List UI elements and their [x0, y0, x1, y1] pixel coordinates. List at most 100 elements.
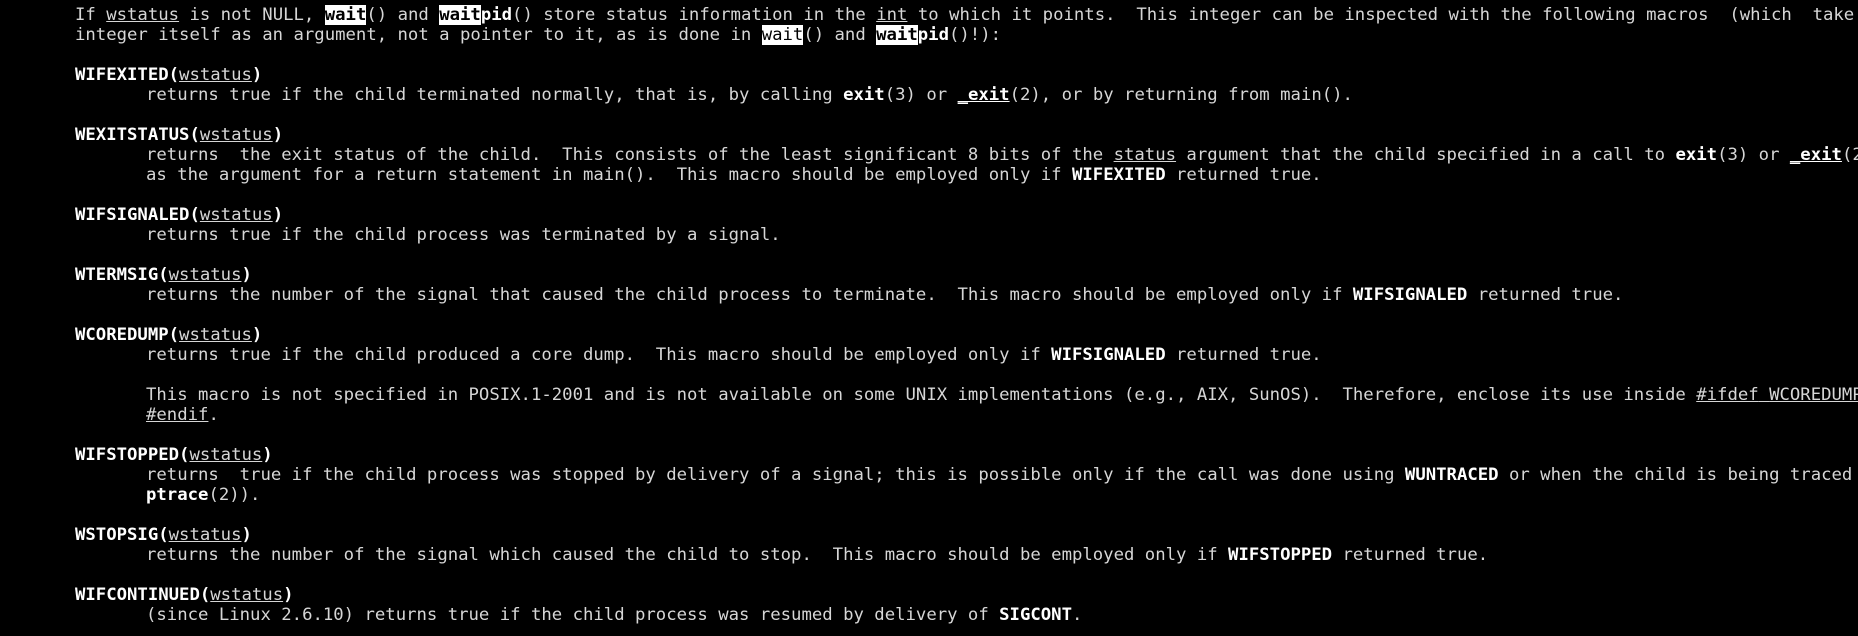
text: returned true. [1165, 345, 1322, 365]
macro-desc: (since Linux 2.6.10) returns true if the… [0, 605, 1858, 625]
macro-heading-wexitstatus: WEXITSTATUS(wstatus) [0, 125, 1858, 145]
macro-arg: wstatus [199, 125, 273, 145]
text: as the argument for a return statement i… [146, 165, 1072, 185]
macro-name: WIFEXITED( [75, 65, 180, 85]
search-highlight: wait [876, 25, 918, 45]
func-ref: _exit [957, 85, 1010, 105]
text: (2) or [1841, 145, 1858, 165]
text: to which it points. This integer can be … [907, 5, 1858, 25]
macro-note: This macro is not specified in POSIX.1-2… [0, 385, 1858, 405]
code-ref [1759, 385, 1769, 405]
code-ref: #ifdef [1696, 385, 1759, 405]
macro-close: ) [283, 585, 294, 605]
search-highlight: wait [324, 5, 367, 25]
int-type: int [876, 5, 908, 25]
macro-arg: wstatus [179, 65, 252, 85]
text: . [1072, 605, 1083, 625]
macro-arg: wstatus [210, 585, 284, 605]
macro-arg: wstatus [189, 445, 263, 465]
macro-desc: returns the number of the signal which c… [0, 545, 1858, 565]
wstatus-ref: wstatus [106, 5, 180, 25]
text: or when the child is being traced (see [1508, 465, 1853, 485]
text: returns true if the child process was st… [146, 465, 1405, 485]
text: (2), or by returning from main(). [1009, 85, 1353, 105]
macro-heading-wifsignaled: WIFSIGNALED(wstatus) [0, 205, 1858, 225]
macro-ref: WIFSIGNALED [1051, 345, 1166, 365]
text: () and [366, 5, 440, 25]
macro-arg: wstatus [179, 325, 252, 345]
macro-desc: as the argument for a return statement i… [0, 165, 1858, 185]
macro-ref: WIFSIGNALED [1352, 285, 1468, 305]
macro-arg: wstatus [199, 205, 273, 225]
macro-name: WCOREDUMP( [75, 325, 180, 345]
text: is not NULL, [179, 5, 325, 25]
text: ()!): [949, 25, 1002, 45]
func-ref: exit [843, 85, 885, 105]
macro-arg: wstatus [168, 525, 242, 545]
text: (3) or [884, 85, 958, 105]
macro-desc: returns true if the child process was st… [0, 465, 1858, 485]
macro-name: WEXITSTATUS( [75, 125, 200, 145]
text: returns the number of the signal which c… [146, 545, 1229, 565]
macro-ref: WIFSTOPPED [1228, 545, 1333, 565]
macro-close: ) [241, 525, 252, 545]
macro-close: ) [251, 325, 263, 345]
text: returns the exit status of the child. Th… [146, 145, 1114, 165]
signal-ref: SIGCONT [999, 605, 1072, 625]
text: (since Linux 2.6.10) returns true if the… [146, 605, 1000, 625]
text: returns true if the child produced a cor… [146, 345, 1052, 365]
macro-heading-wstopsig: WSTOPSIG(wstatus) [0, 525, 1858, 545]
bold-text: pid [480, 5, 513, 25]
text: integer itself as an argument, not a poi… [75, 25, 762, 45]
macro-desc: returns the number of the signal that ca… [0, 285, 1858, 305]
macro-arg: wstatus [168, 265, 242, 285]
terminal-window: If wstatus is not NULL, wait() and waitp… [0, 0, 1858, 636]
code-ref: #endif [146, 405, 209, 425]
bold-text: pid [917, 25, 949, 45]
search-highlight: wait [439, 5, 481, 25]
macro-close: ) [262, 445, 273, 465]
func-ref: exit [1675, 145, 1718, 165]
macro-ref: WIFEXITED [1071, 165, 1166, 185]
macro-desc: ptrace(2)). [0, 485, 1858, 505]
text: . [208, 405, 219, 425]
text: (3) or [1717, 145, 1790, 165]
macro-desc: returns true if the child process was te… [146, 225, 781, 245]
text: This macro is not specified in POSIX.1-2… [146, 385, 1697, 405]
macro-name: WIFCONTINUED( [75, 585, 211, 605]
text: returned true. [1467, 285, 1624, 305]
text: returned true. [1165, 165, 1322, 185]
macro-heading-wifexited: WIFEXITED(wstatus) [0, 65, 1858, 85]
macro-desc: returns the exit status of the child. Th… [0, 145, 1858, 165]
macro-name: WIFSIGNALED( [75, 205, 200, 225]
text: argument that the child specified in a c… [1176, 145, 1676, 165]
text: returns true if the child terminated nor… [146, 85, 844, 105]
text: If [75, 5, 107, 25]
intro-line-2: integer itself as an argument, not a poi… [0, 25, 1858, 45]
func-ref: _exit [1789, 145, 1842, 165]
macro-close: ) [272, 205, 284, 225]
macro-close: ) [251, 65, 263, 85]
macro-note: #endif. [0, 405, 1858, 425]
macro-desc: returns true if the child terminated nor… [0, 85, 1858, 105]
macro-heading-wtermsig: WTERMSIG(wstatus) [0, 265, 1858, 285]
status-ref: status [1113, 145, 1177, 165]
macro-close: ) [272, 125, 284, 145]
func-ref: ptrace [146, 485, 209, 505]
code-ref: WCOREDUMP [1769, 385, 1858, 405]
text: returned true. [1332, 545, 1489, 565]
intro-line-1: If wstatus is not NULL, wait() and waitp… [0, 5, 1858, 25]
macro-heading-wcoredump: WCOREDUMP(wstatus) [0, 325, 1858, 345]
macro-desc: returns true if the child produced a cor… [0, 345, 1858, 365]
text: returns the number of the signal that ca… [146, 285, 1353, 305]
macro-name: WSTOPSIG( [75, 525, 169, 545]
text: () store status information in the [512, 5, 877, 25]
search-highlight: wait [761, 25, 804, 45]
